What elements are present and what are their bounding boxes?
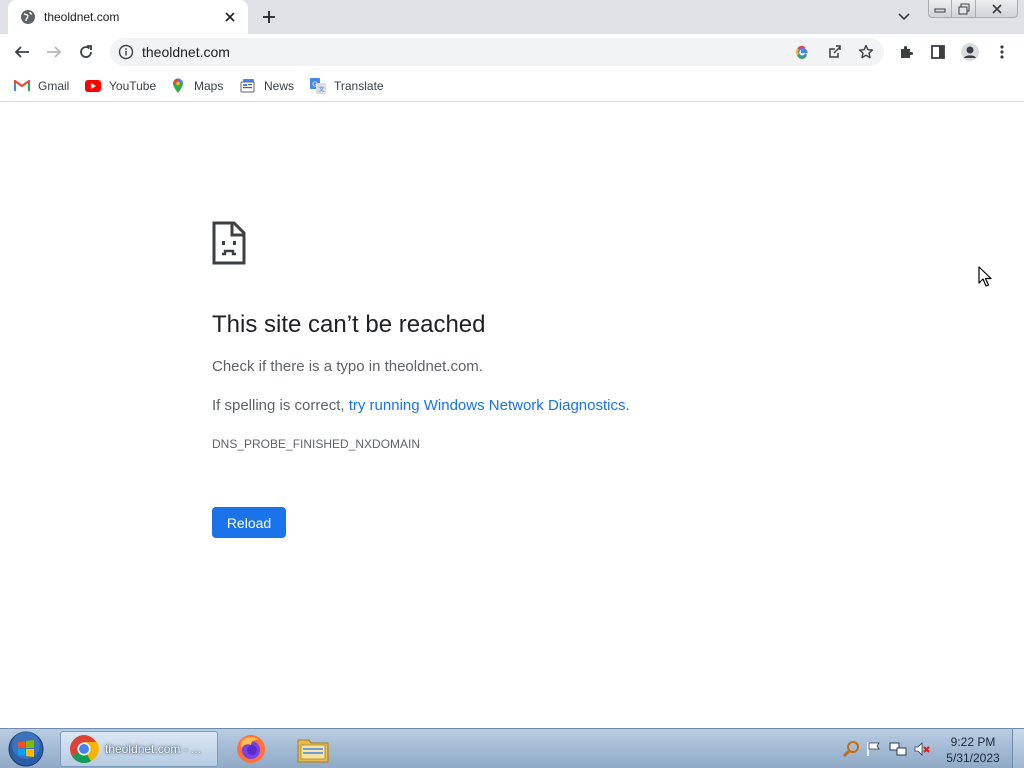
sad-document-icon (212, 221, 246, 265)
svg-text:G: G (312, 82, 317, 89)
start-button[interactable] (4, 730, 48, 768)
reload-button[interactable]: Reload (212, 507, 286, 538)
bookmark-youtube[interactable]: YouTube (85, 76, 156, 96)
back-arrow-icon (14, 46, 29, 58)
taskbar-chrome-label: theoldnet.com - ... (105, 742, 202, 756)
bookmarks-bar: Gmail YouTube Maps News G文 Translate (0, 70, 1024, 102)
minimize-icon (934, 8, 946, 12)
more-vertical-icon (1000, 45, 1004, 59)
svg-text:文: 文 (319, 86, 325, 94)
chrome-icon (70, 735, 99, 764)
maps-icon (170, 78, 186, 94)
clock-date: 5/31/2023 (946, 751, 1000, 765)
windows-logo-icon (8, 731, 44, 767)
error-suggestion-typo: Check if there is a typo in theoldnet.co… (212, 358, 483, 375)
address-bar-url[interactable]: theoldnet.com (142, 44, 230, 60)
side-panel-icon (931, 45, 945, 59)
diagnostics-suffix: . (625, 397, 630, 414)
info-icon[interactable] (118, 44, 134, 60)
tray-search-icon[interactable] (842, 740, 860, 758)
bookmark-label: YouTube (109, 79, 157, 93)
forward-button[interactable] (40, 38, 68, 66)
network-icon[interactable] (889, 740, 907, 758)
refresh-button[interactable] (72, 38, 100, 66)
puzzle-icon (901, 46, 913, 58)
bookmark-translate[interactable]: G文 Translate (310, 76, 384, 96)
folder-icon (297, 739, 329, 763)
tab-strip: theoldnet.com (0, 0, 1024, 34)
error-suggestion-diagnostics: If spelling is correct, try running Wind… (212, 397, 630, 414)
diagnostics-prefix: If spelling is correct, (212, 397, 349, 414)
extensions-button[interactable] (892, 38, 920, 66)
bookmark-label: News (264, 79, 295, 93)
plus-icon (263, 11, 275, 23)
tab-search-button[interactable] (894, 8, 914, 26)
clock-time: 9:22 PM (950, 735, 996, 749)
bookmark-star-icon[interactable] (858, 44, 874, 60)
bookmark-label: Gmail (38, 79, 70, 93)
tab-close-icon[interactable] (222, 9, 238, 25)
menu-button[interactable] (988, 38, 1016, 66)
side-panel-button[interactable] (924, 38, 952, 66)
profile-button[interactable] (956, 38, 984, 66)
show-desktop-button[interactable] (1012, 729, 1024, 768)
new-tab-button[interactable] (258, 7, 280, 27)
tab-title: theoldnet.com (44, 10, 120, 24)
close-icon (991, 3, 1002, 14)
taskbar-chrome-window[interactable]: theoldnet.com - ... (60, 731, 218, 767)
volume-muted-icon[interactable] (913, 740, 931, 758)
minimize-button[interactable] (928, 0, 952, 18)
browser-tab[interactable]: theoldnet.com (8, 0, 248, 34)
bookmark-label: Translate (334, 79, 384, 93)
taskbar-explorer[interactable] (290, 732, 336, 766)
google-lens-icon[interactable] (794, 44, 810, 60)
window-close-button[interactable] (975, 0, 1018, 18)
address-bar[interactable]: theoldnet.com (110, 38, 884, 66)
action-center-flag-icon[interactable] (865, 740, 883, 758)
firefox-icon (237, 735, 265, 763)
translate-icon: G文 (310, 78, 326, 94)
forward-arrow-icon (47, 46, 62, 58)
taskbar-firefox[interactable] (228, 732, 274, 766)
bookmark-maps[interactable]: Maps (170, 76, 223, 96)
restore-button[interactable] (951, 0, 976, 18)
error-code: DNS_PROBE_FINISHED_NXDOMAIN (212, 437, 421, 451)
youtube-icon (85, 78, 101, 94)
taskbar: theoldnet.com - ... 9:22 PM 5/31/2023 (0, 728, 1024, 768)
share-icon[interactable] (826, 44, 842, 60)
bookmark-label: Maps (194, 79, 224, 93)
avatar-icon (961, 43, 979, 61)
back-button[interactable] (8, 38, 36, 66)
refresh-icon (80, 45, 92, 58)
mouse-cursor-icon (978, 266, 992, 287)
restore-icon (958, 3, 969, 14)
news-icon (240, 78, 256, 94)
bookmark-gmail[interactable]: Gmail (14, 76, 69, 96)
error-title: This site can’t be reached (212, 311, 486, 338)
bookmark-news[interactable]: News (240, 76, 294, 96)
page-content: This site can’t be reached Check if ther… (0, 103, 1024, 728)
globe-icon (21, 10, 35, 24)
taskbar-clock[interactable]: 9:22 PM 5/31/2023 (940, 734, 1006, 766)
gmail-icon (14, 78, 30, 94)
chevron-down-icon (898, 13, 910, 21)
network-diagnostics-link[interactable]: try running Windows Network Diagnostics (349, 397, 626, 414)
